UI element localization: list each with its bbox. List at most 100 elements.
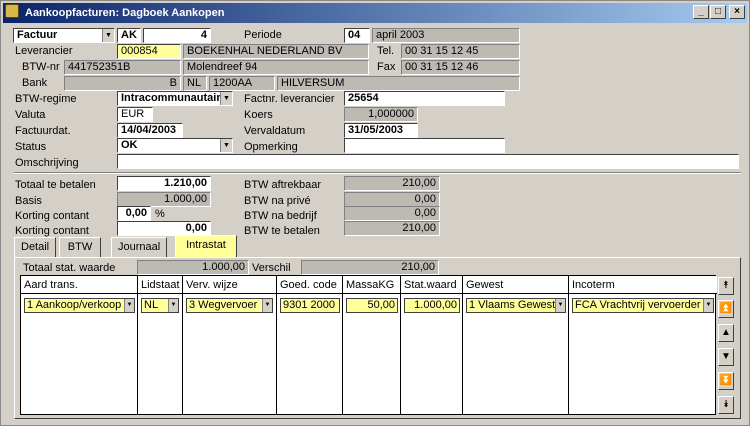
country-field: NL — [183, 76, 207, 91]
btw-aftrekbaar-field: 210,00 — [344, 176, 440, 191]
close-icon[interactable]: × — [729, 5, 745, 19]
korting-pct-label: Korting contant — [15, 210, 89, 222]
btw-betalen-field: 210,00 — [344, 221, 440, 236]
incoterm-cell[interactable]: FCA Vrachtvrij vervoerder ▼ — [572, 298, 714, 313]
main-window: Aankoopfacturen: Dagboek Aankopen _ □ × … — [0, 0, 750, 426]
intrastat-grid[interactable]: Aard trans. Lidstaat Verv. wijze Goed. c… — [20, 275, 717, 415]
periode-number-field[interactable]: 04 — [344, 28, 370, 43]
statwaard-cell[interactable]: 1.000,00 — [404, 298, 460, 313]
btwnr-label: BTW-nr — [22, 61, 60, 73]
address-field: Molendreef 94 — [183, 60, 369, 75]
factnr-label: Factnr. leverancier — [244, 93, 335, 105]
column-header-massa[interactable]: MassaKG — [343, 276, 401, 294]
dropdown-arrow-icon[interactable]: ▼ — [703, 299, 713, 312]
omschrijving-field[interactable] — [117, 154, 739, 169]
valuta-field[interactable]: EUR — [117, 107, 153, 122]
window-title: Aankoopfacturen: Dagboek Aankopen — [25, 7, 225, 19]
postcode-field: 1200AA — [209, 76, 275, 91]
column-header-vervoer[interactable]: Verv. wijze — [183, 276, 277, 294]
dropdown-arrow-icon[interactable]: ▼ — [262, 299, 272, 312]
omschrijving-label: Omschrijving — [15, 157, 79, 169]
dropdown-arrow-icon[interactable]: ▼ — [124, 299, 134, 312]
tab-detail[interactable]: Detail — [14, 237, 56, 257]
column-header-aard[interactable]: Aard trans. — [21, 276, 138, 294]
btw-prive-label: BTW na privé — [244, 195, 311, 207]
nav-first-icon[interactable]: ⯭ — [718, 277, 734, 295]
title-bar[interactable]: Aankoopfacturen: Dagboek Aankopen — [3, 3, 747, 23]
column-header-lidstaat[interactable]: Lidstaat — [138, 276, 183, 294]
btw-bedrijf-label: BTW na bedrijf — [244, 210, 317, 222]
btw-betalen-label: BTW te betalen — [244, 225, 320, 237]
vervaldatum-field[interactable]: 31/05/2003 — [344, 123, 418, 138]
tel-field: 00 31 15 12 45 — [401, 44, 520, 59]
nav-up-icon[interactable]: ▲ — [718, 324, 734, 342]
app-icon[interactable] — [5, 4, 19, 18]
korting-amount-field[interactable]: 0,00 — [117, 221, 211, 236]
btw-bedrijf-field: 0,00 — [344, 206, 440, 221]
column-header-gewest[interactable]: Gewest — [463, 276, 569, 294]
lidstaat-cell[interactable]: NL ▼ — [141, 298, 179, 313]
periode-text-field: april 2003 — [372, 28, 520, 43]
status-label: Status — [15, 141, 47, 153]
basis-label: Basis — [15, 195, 42, 207]
opmerking-field[interactable] — [344, 138, 505, 153]
aard-cell[interactable]: 1 Aankoop/verkoop ▼ — [24, 298, 135, 313]
valuta-label: Valuta — [15, 109, 46, 121]
factuurdat-label: Factuurdat. — [15, 125, 71, 137]
fax-field: 00 31 15 12 46 — [401, 60, 520, 75]
btwnr-field: 441752351B — [64, 60, 181, 75]
totaal-stat-field: 1.000,00 — [137, 260, 249, 275]
basis-field: 1.000,00 — [117, 192, 211, 207]
nav-down-icon[interactable]: ▼ — [718, 348, 734, 366]
opmerking-label: Opmerking — [244, 141, 298, 153]
tab-journaal[interactable]: Journaal — [111, 237, 167, 257]
document-type-select[interactable]: Factuur ▼ — [13, 28, 115, 43]
koers-field: 1,000000 — [344, 107, 418, 122]
journal-code-field[interactable]: AK — [117, 28, 141, 43]
korting-pct-field[interactable]: 0,00 — [117, 206, 151, 221]
bank-field: B — [64, 76, 181, 91]
btwregime-label: BTW-regime — [15, 93, 77, 105]
massa-cell[interactable]: 50,00 — [346, 298, 398, 313]
column-header-statwaard[interactable]: Stat.waard — [401, 276, 463, 294]
totaal-stat-label: Totaal stat. waarde — [23, 262, 116, 274]
btw-prive-field: 0,00 — [344, 192, 440, 207]
document-number-field[interactable]: 4 — [143, 28, 211, 43]
factuurdat-field[interactable]: 14/04/2003 — [117, 123, 183, 138]
dropdown-arrow-icon[interactable]: ▼ — [555, 299, 565, 312]
bank-label: Bank — [22, 77, 48, 89]
nav-last-icon[interactable]: ⯯ — [718, 396, 734, 414]
dropdown-arrow-icon[interactable]: ▼ — [168, 299, 178, 312]
maximize-icon[interactable]: □ — [710, 5, 726, 19]
nav-page-down-icon[interactable]: ⏬ — [718, 372, 734, 390]
gewest-cell[interactable]: 1 Vlaams Gewest ▼ — [466, 298, 566, 313]
minimize-icon[interactable]: _ — [693, 5, 709, 19]
column-header-incoterm[interactable]: Incoterm — [569, 276, 717, 294]
tel-label: Tel. — [377, 45, 395, 57]
verschil-field: 210,00 — [301, 260, 439, 275]
status-select[interactable]: OK ▼ — [117, 138, 233, 153]
dropdown-arrow-icon[interactable]: ▼ — [220, 139, 232, 152]
totaal-field[interactable]: 1.210,00 — [117, 176, 211, 191]
vervoer-cell[interactable]: 3 Wegvervoer ▼ — [186, 298, 273, 313]
tab-btw[interactable]: BTW — [59, 237, 101, 257]
leverancier-label: Leverancier — [15, 45, 73, 57]
periode-label: Periode — [244, 29, 282, 41]
dropdown-arrow-icon[interactable]: ▼ — [220, 92, 232, 105]
koers-label: Koers — [244, 109, 273, 121]
verschil-label: Verschil — [252, 262, 291, 274]
tab-intrastat[interactable]: Intrastat — [175, 235, 237, 258]
leverancier-code-field[interactable]: 000854 — [117, 44, 181, 59]
btw-aftrekbaar-label: BTW aftrekbaar — [244, 179, 322, 191]
percent-unit: % — [155, 208, 165, 220]
nav-page-up-icon[interactable]: ⏫ — [718, 300, 734, 318]
dropdown-arrow-icon[interactable]: ▼ — [102, 29, 114, 42]
btwregime-select[interactable]: Intracommunautair ▼ — [117, 91, 233, 106]
factnr-field[interactable]: 25654 — [344, 91, 505, 106]
vervaldatum-label: Vervaldatum — [244, 125, 306, 137]
city-field: HILVERSUM — [277, 76, 520, 91]
fax-label: Fax — [377, 61, 396, 73]
goedcode-cell[interactable]: 9301 2000 — [280, 298, 340, 313]
separator — [14, 172, 741, 174]
column-header-goedcode[interactable]: Goed. code — [277, 276, 343, 294]
